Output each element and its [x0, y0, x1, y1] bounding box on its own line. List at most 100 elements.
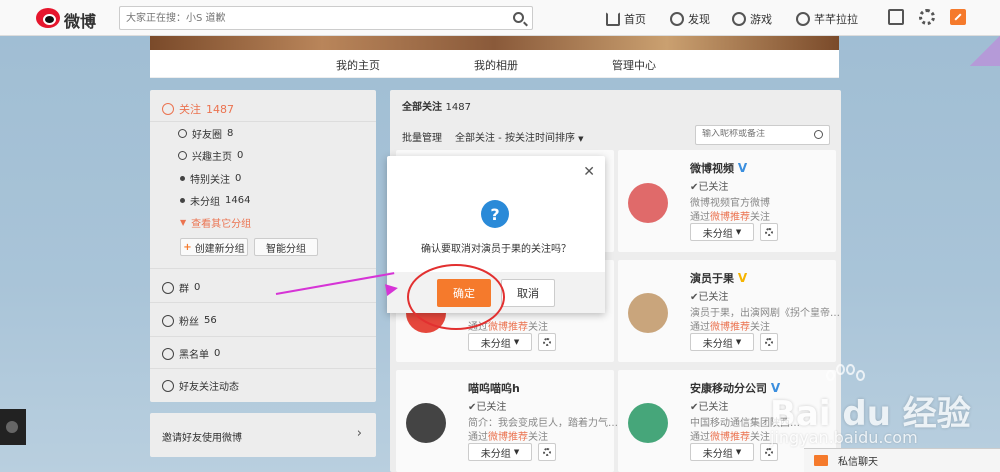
card-via: 通过微博推荐关注 — [690, 428, 770, 443]
create-group-button[interactable]: + 创建新分组 — [180, 238, 248, 256]
avatar[interactable] — [628, 403, 668, 443]
follow-label: 关注 — [179, 103, 201, 116]
weibo-logo[interactable]: 微博 — [36, 6, 106, 31]
gamepad-icon — [732, 12, 746, 26]
circle-icon — [178, 129, 187, 138]
sidebar-item-blacklist[interactable]: 黑名单 0 — [162, 346, 220, 361]
follow-status: ✔已关注 — [690, 292, 729, 303]
smart-group-button[interactable]: 智能分组 — [254, 238, 318, 256]
nav-game[interactable]: 游戏 — [732, 10, 772, 28]
via-link[interactable]: 微博推荐 — [710, 322, 750, 333]
group-select-button[interactable]: 未分组 ▼ — [468, 443, 532, 461]
tab-manage-center[interactable]: 管理中心 — [612, 57, 656, 73]
avatar[interactable] — [406, 403, 446, 443]
invite-friends-panel[interactable]: 邀请好友使用微博 › — [150, 413, 376, 457]
group-select-button[interactable]: 未分组 ▼ — [690, 333, 754, 351]
sidebar-item-special[interactable]: 特别关注 0 — [180, 171, 241, 186]
envelope-icon — [814, 455, 828, 466]
arrowhead-annotation — [385, 282, 399, 296]
sort-dropdown[interactable]: 全部关注 - 按关注时间排序 ▼ — [455, 129, 584, 144]
follow-search-box[interactable] — [695, 125, 830, 145]
more-groups-label: 查看其它分组 — [191, 219, 252, 230]
cancel-button[interactable]: 取消 — [501, 279, 555, 307]
card-name-text: 微博视频 — [690, 162, 734, 175]
via-prefix: 通过 — [690, 322, 710, 333]
card-name-text: 演员于果 — [690, 272, 734, 285]
sidebar-item-label: 兴趣主页 — [192, 152, 232, 163]
sidebar-item-ungrouped[interactable]: 未分组 1464 — [180, 193, 250, 208]
blacklist-label: 黑名单 — [179, 350, 209, 361]
card-settings-icon[interactable] — [538, 443, 556, 461]
question-icon: ? — [481, 200, 509, 228]
top-bar: 微博 首页 发现 游戏 芊芊拉拉 — [0, 0, 1000, 36]
card-settings-icon[interactable] — [538, 333, 556, 351]
more-groups-link[interactable]: ▼ 查看其它分组 — [180, 215, 251, 230]
card-name[interactable]: 演员于果 V — [690, 270, 747, 286]
sidebar-item-friends[interactable]: 好友圈 8 — [178, 126, 233, 141]
via-link[interactable]: 微博推荐 — [488, 432, 528, 443]
group-select-button[interactable]: 未分组 ▼ — [468, 333, 532, 351]
group-label: 群 — [179, 284, 189, 295]
card-name[interactable]: 微博视频 V — [690, 160, 747, 176]
sidebar-item-fans[interactable]: 粉丝 56 — [162, 313, 217, 328]
follow-status: ✔已关注 — [690, 402, 729, 413]
avatar[interactable] — [628, 293, 668, 333]
batch-manage-link[interactable]: 批量管理 — [402, 129, 442, 144]
follow-status: ✔已关注 — [468, 402, 507, 413]
plus-icon: + — [183, 241, 192, 253]
group-select-button[interactable]: 未分组 ▼ — [690, 443, 754, 461]
group-select-button[interactable]: 未分组 ▼ — [690, 223, 754, 241]
profile-banner — [150, 36, 839, 50]
card-settings-icon[interactable] — [760, 333, 778, 351]
follow-header[interactable]: 关注 1487 — [150, 90, 376, 122]
group-label: 未分组 — [702, 338, 733, 350]
tab-my-home[interactable]: 我的主页 — [336, 57, 380, 73]
close-icon[interactable]: ✕ — [583, 164, 595, 180]
weibo-eye-icon — [36, 8, 60, 28]
search-box[interactable] — [119, 6, 533, 30]
search-input[interactable] — [126, 10, 506, 26]
group-label: 未分组 — [480, 448, 511, 460]
sidebar-item-group[interactable]: 群 0 — [162, 280, 200, 295]
invite-label: 邀请好友使用微博 — [162, 433, 242, 444]
group-label: 未分组 — [702, 448, 733, 460]
sidebar-item-friend-activity[interactable]: 好友关注动态 — [162, 378, 239, 393]
fans-count: 56 — [204, 315, 217, 326]
card-name[interactable]: 喵呜喵呜h — [468, 380, 520, 396]
blacklist-icon — [162, 347, 174, 360]
via-link[interactable]: 微博推荐 — [710, 212, 750, 223]
divider — [150, 368, 376, 369]
compose-icon[interactable] — [950, 9, 966, 25]
caret-down-icon: ▼ — [735, 228, 742, 236]
highlight-circle-annotation — [407, 264, 505, 330]
sidebar-item-interest[interactable]: 兴趣主页 0 — [178, 148, 243, 163]
divider — [150, 302, 376, 303]
card-desc: 微博视频官方微博 — [690, 198, 770, 209]
via-link[interactable]: 微博推荐 — [488, 322, 528, 333]
message-icon[interactable] — [888, 9, 904, 25]
search-icon[interactable] — [513, 12, 524, 23]
via-prefix: 通过 — [690, 212, 710, 223]
chat-label: 私信聊天 — [838, 457, 878, 468]
follow-card: 微博视频 V ✔已关注 微博视频官方微博 通过微博推荐关注 未分组 ▼ — [618, 150, 836, 252]
search-icon[interactable] — [814, 130, 823, 139]
private-chat-bar[interactable]: 私信聊天 — [804, 448, 1000, 472]
verified-badge-icon: V — [737, 161, 748, 175]
media-play-icon[interactable] — [0, 409, 26, 445]
nav-home[interactable]: 首页 — [606, 10, 646, 28]
card-name[interactable]: 安康移动分公司 V — [690, 380, 780, 396]
via-link[interactable]: 微博推荐 — [710, 432, 750, 443]
card-via: 通过微博推荐关注 — [468, 428, 548, 443]
watermark-url: jingyan.baidu.com — [770, 428, 918, 447]
via-prefix: 通过 — [690, 432, 710, 443]
settings-gear-icon[interactable] — [919, 9, 935, 25]
via-suffix: 关注 — [750, 432, 770, 443]
nav-discover[interactable]: 发现 — [670, 10, 710, 28]
card-settings-icon[interactable] — [760, 223, 778, 241]
tab-my-album[interactable]: 我的相册 — [474, 57, 518, 73]
logo-text: 微博 — [64, 12, 97, 31]
nav-user[interactable]: 芊芊拉拉 — [796, 10, 858, 28]
card-name-text: 安康移动分公司 — [690, 382, 767, 395]
follow-search-input[interactable] — [702, 129, 812, 139]
avatar[interactable] — [628, 183, 668, 223]
